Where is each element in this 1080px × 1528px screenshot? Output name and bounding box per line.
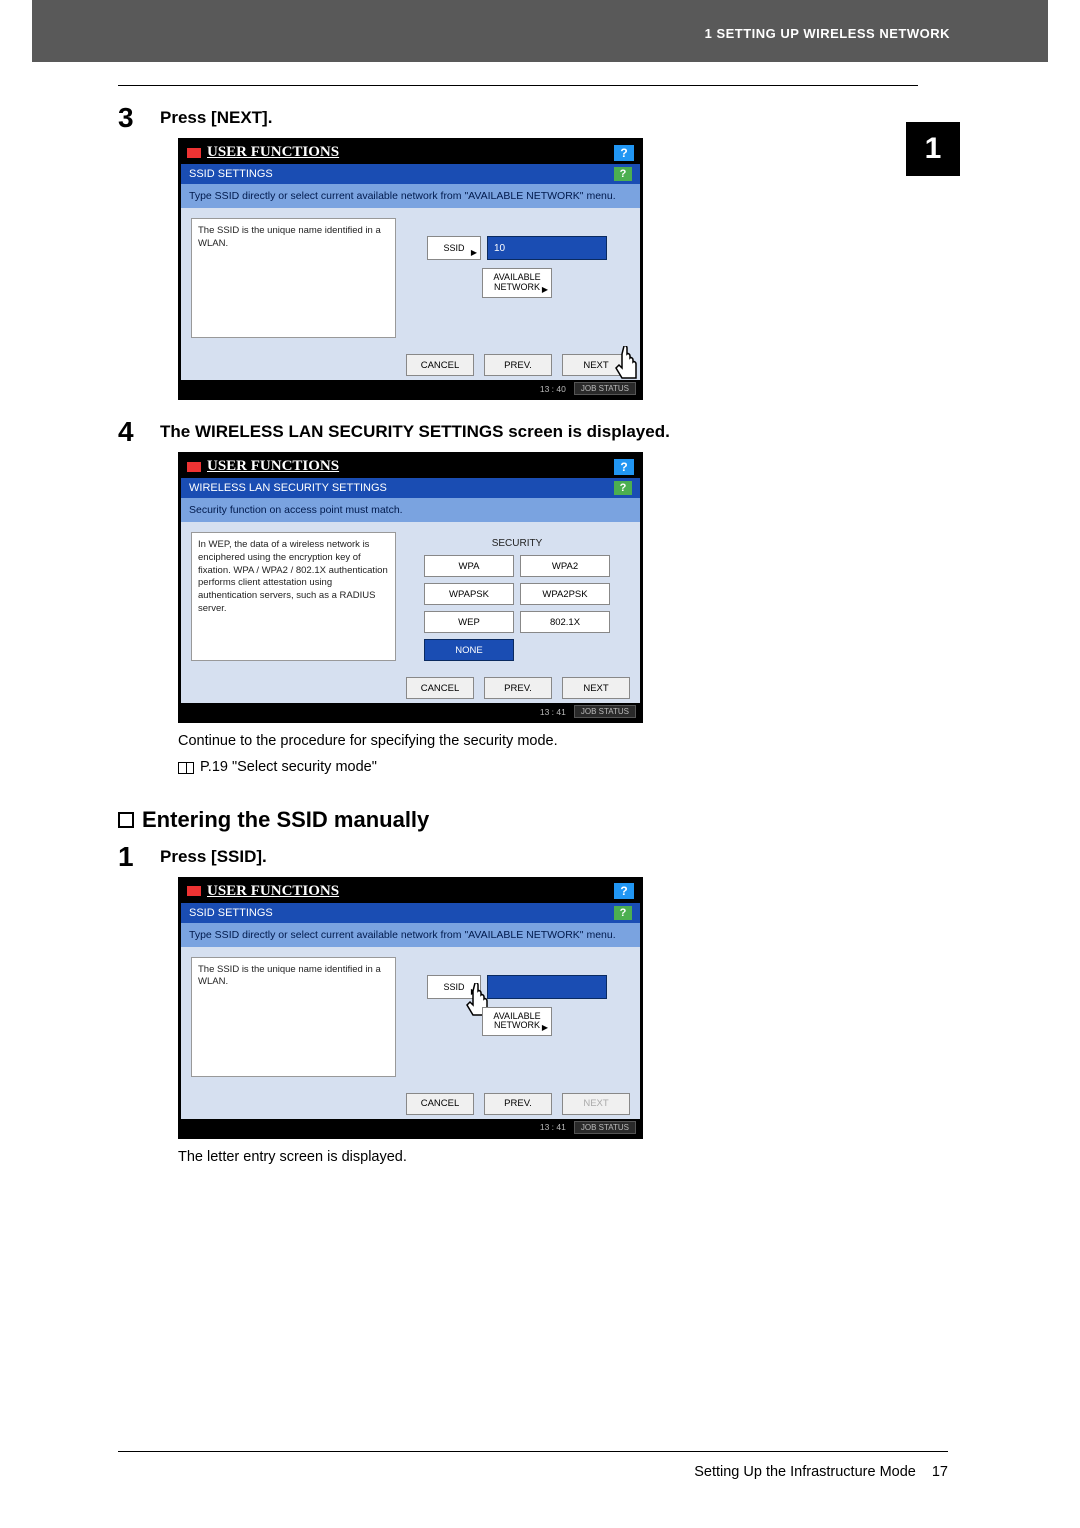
ssid-value-field: 10 <box>487 236 607 260</box>
help-icon[interactable]: ? <box>614 481 632 495</box>
screenshot-section2-step1: USER FUNCTIONS ? SSID SETTINGS ? Type SS… <box>178 877 643 1139</box>
step-1-number: 1 <box>118 843 148 871</box>
step4-after-text: Continue to the procedure for specifying… <box>178 731 918 753</box>
screen-subtitle: SSID SETTINGS <box>189 168 273 180</box>
footer-section-title: Setting Up the Infrastructure Mode <box>694 1464 916 1480</box>
screen-instruction: Type SSID directly or select current ava… <box>181 184 640 208</box>
left-info-panel: In WEP, the data of a wireless network i… <box>191 532 396 661</box>
help-icon[interactable]: ? <box>614 459 634 475</box>
cancel-button[interactable]: CANCEL <box>406 677 474 699</box>
prev-button[interactable]: PREV. <box>484 677 552 699</box>
job-status-button[interactable]: JOB STATUS <box>574 1121 636 1134</box>
wpa2-button[interactable]: WPA2 <box>520 555 610 577</box>
prev-button[interactable]: PREV. <box>484 1093 552 1115</box>
job-status-button[interactable]: JOB STATUS <box>574 382 636 395</box>
book-icon <box>178 762 194 774</box>
security-label: SECURITY <box>492 538 543 549</box>
screen-title: USER FUNCTIONS <box>207 883 614 900</box>
screen-title: USER FUNCTIONS <box>207 144 614 161</box>
screen-time: 13 : 41 <box>540 1122 566 1132</box>
step-4-title: The WIRELESS LAN SECURITY SETTINGS scree… <box>160 418 670 446</box>
screen-instruction: Security function on access point must m… <box>181 498 640 522</box>
screenshot-step4: USER FUNCTIONS ? WIRELESS LAN SECURITY S… <box>178 452 643 723</box>
screen-time: 13 : 40 <box>540 384 566 394</box>
8021x-button[interactable]: 802.1X <box>520 611 610 633</box>
cancel-button[interactable]: CANCEL <box>406 354 474 376</box>
screenshot-step3: USER FUNCTIONS ? SSID SETTINGS ? Type SS… <box>178 138 643 400</box>
ssid-button[interactable]: SSID▶ <box>427 975 481 999</box>
screen-subtitle: SSID SETTINGS <box>189 907 273 919</box>
wpa2psk-button[interactable]: WPA2PSK <box>520 583 610 605</box>
footer-page-number: 17 <box>932 1464 948 1480</box>
help-icon[interactable]: ? <box>614 167 632 181</box>
next-button[interactable]: NEXT <box>562 677 630 699</box>
section-heading: Entering the SSID manually <box>118 807 918 833</box>
next-button-disabled: NEXT <box>562 1093 630 1115</box>
step-3-number: 3 <box>118 104 148 132</box>
square-bullet-icon <box>118 812 134 828</box>
ssid-value-field <box>487 975 607 999</box>
available-network-button[interactable]: AVAILABLE NETWORK▶ <box>482 1007 552 1037</box>
step-4-number: 4 <box>118 418 148 446</box>
wpa-button[interactable]: WPA <box>424 555 514 577</box>
none-button[interactable]: NONE <box>424 639 514 661</box>
step1-after-text: The letter entry screen is displayed. <box>178 1147 918 1169</box>
cancel-button[interactable]: CANCEL <box>406 1093 474 1115</box>
available-network-button[interactable]: AVAILABLE NETWORK▶ <box>482 268 552 298</box>
header-banner-text: 1 SETTING UP WIRELESS NETWORK <box>705 26 950 41</box>
screen-instruction: Type SSID directly or select current ava… <box>181 923 640 947</box>
wep-button[interactable]: WEP <box>424 611 514 633</box>
page-reference-link[interactable]: P.19 "Select security mode" <box>200 757 377 779</box>
logo-icon <box>187 886 201 896</box>
left-info-panel: The SSID is the unique name identified i… <box>191 957 396 1077</box>
next-button[interactable]: NEXT <box>562 354 630 376</box>
help-icon[interactable]: ? <box>614 906 632 920</box>
ssid-button[interactable]: SSID▶ <box>427 236 481 260</box>
logo-icon <box>187 462 201 472</box>
screen-time: 13 : 41 <box>540 707 566 717</box>
help-icon[interactable]: ? <box>614 145 634 161</box>
screen-title: USER FUNCTIONS <box>207 458 614 475</box>
job-status-button[interactable]: JOB STATUS <box>574 705 636 718</box>
screen-subtitle: WIRELESS LAN SECURITY SETTINGS <box>189 482 387 494</box>
step-3-title: Press [NEXT]. <box>160 104 272 132</box>
prev-button[interactable]: PREV. <box>484 354 552 376</box>
left-info-panel: The SSID is the unique name identified i… <box>191 218 396 338</box>
logo-icon <box>187 148 201 158</box>
wpapsk-button[interactable]: WPAPSK <box>424 583 514 605</box>
help-icon[interactable]: ? <box>614 883 634 899</box>
step-1-title: Press [SSID]. <box>160 843 267 871</box>
